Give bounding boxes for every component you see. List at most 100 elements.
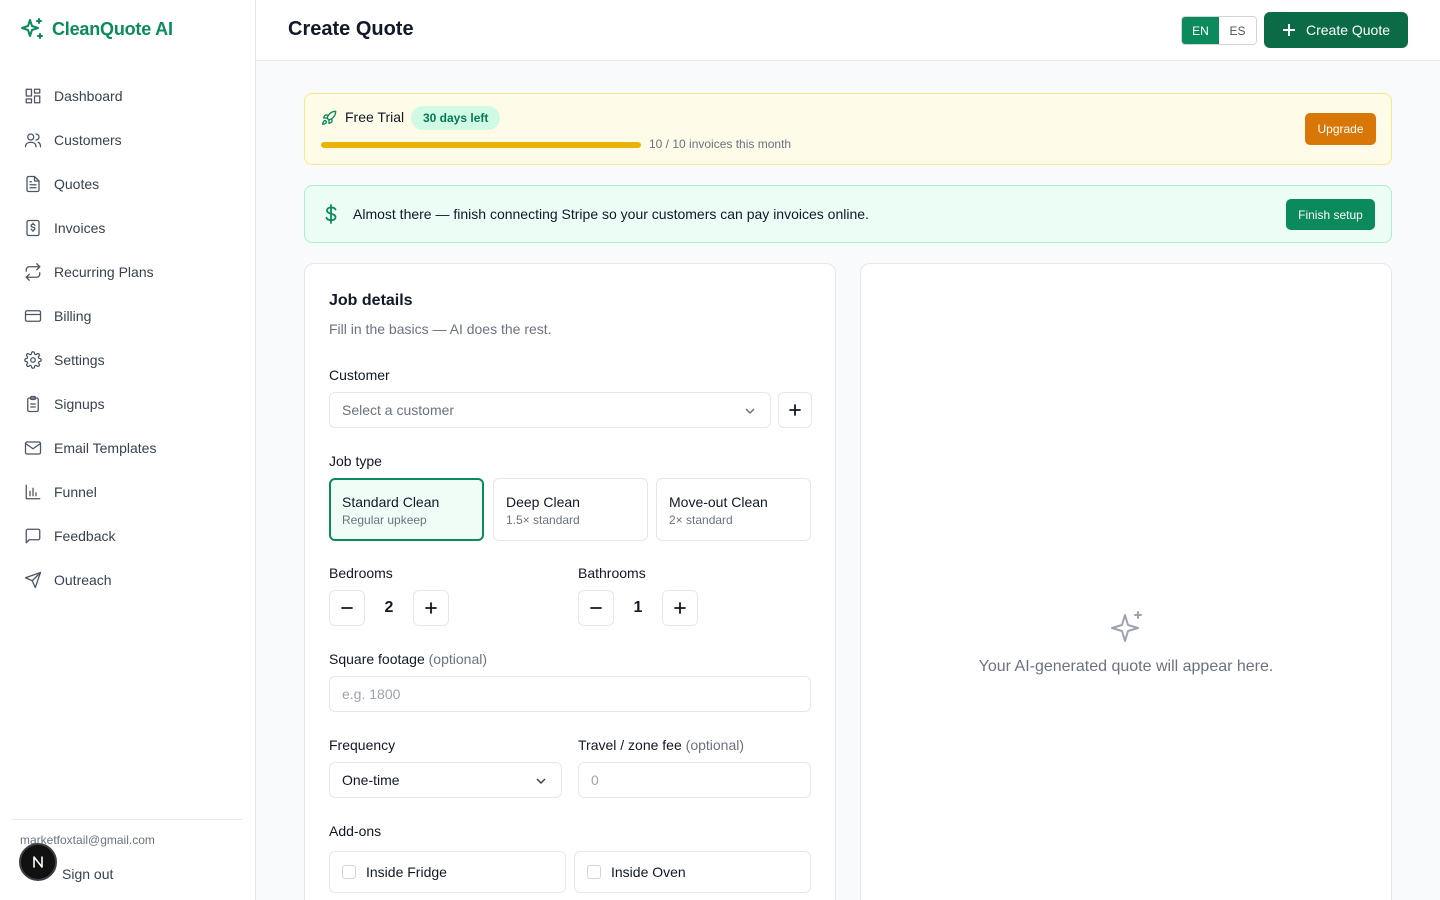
job-type-desc: Regular upkeep <box>342 513 427 527</box>
sidebar-item-dashboard[interactable]: Dashboard <box>12 74 244 118</box>
send-icon <box>24 571 42 589</box>
quote-preview-placeholder: Your AI-generated quote will appear here… <box>978 658 1274 675</box>
add-customer-button[interactable] <box>778 392 812 428</box>
job-details-card: Job details Fill in the basics — AI does… <box>304 263 836 900</box>
bathrooms-increment-button[interactable] <box>662 590 698 626</box>
sidebar-item-outreach[interactable]: Outreach <box>12 558 244 602</box>
repeat-icon <box>25 263 41 281</box>
customer-label: Customer <box>329 367 390 383</box>
checkbox[interactable] <box>342 865 356 879</box>
customer-select[interactable]: Select a customer <box>329 392 771 428</box>
sparkles-icon <box>1111 611 1142 642</box>
sidebar-item-customers[interactable]: Customers <box>12 118 244 162</box>
plus-icon <box>425 602 437 614</box>
app-badge-avatar[interactable] <box>19 843 57 881</box>
sidebar-item-label: Outreach <box>54 572 112 588</box>
clipboard-icon <box>27 395 39 413</box>
plus-icon <box>674 602 686 614</box>
sidebar-item-label: Feedback <box>54 528 116 544</box>
job-type-name: Move-out Clean <box>669 494 768 510</box>
sidebar-item-settings[interactable]: Settings <box>12 338 244 382</box>
quote-preview-card: Your AI-generated quote will appear here… <box>860 263 1392 900</box>
sidebar-item-label: Email Templates <box>54 440 157 456</box>
sidebar-item-email-templates[interactable]: Email Templates <box>12 426 244 470</box>
bedrooms-increment-button[interactable] <box>413 590 449 626</box>
trial-label: Free Trial <box>345 109 405 125</box>
create-quote-button[interactable]: Create Quote <box>1264 12 1408 48</box>
job-type-name: Standard Clean <box>342 494 440 510</box>
invoice-usage-progress <box>321 142 641 148</box>
square-footage-input[interactable]: e.g. 1800 <box>329 676 811 712</box>
job-type-standard-clean[interactable]: Standard Clean Regular upkeep <box>329 478 484 541</box>
free-trial-banner: Free Trial 30 days left 10 / 10 invoices… <box>304 93 1392 165</box>
minus-icon <box>341 607 353 609</box>
customer-select-placeholder: Select a customer <box>342 402 455 418</box>
add-ons-label: Add-ons <box>329 823 382 839</box>
finish-setup-button[interactable]: Finish setup <box>1286 199 1375 230</box>
upgrade-button[interactable]: Upgrade <box>1305 113 1376 145</box>
sidebar-item-funnel[interactable]: Funnel <box>12 470 244 514</box>
dollar-icon <box>325 204 337 224</box>
brand[interactable]: CleanQuote AI <box>20 17 173 41</box>
invoice-usage-text: 10 / 10 invoices this month <box>649 137 792 151</box>
top-header: Create Quote EN ES Create Quote <box>256 0 1440 61</box>
sidebar-item-label: Recurring Plans <box>54 264 154 280</box>
sidebar-item-signups[interactable]: Signups <box>12 382 244 426</box>
dashboard-icon <box>25 88 41 104</box>
travel-fee-placeholder: 0 <box>591 772 599 788</box>
card-title: Job details <box>329 292 413 309</box>
frequency-select[interactable]: One-time <box>329 762 562 798</box>
job-type-name: Deep Clean <box>506 494 580 510</box>
trial-days-badge: 30 days left <box>411 106 501 130</box>
sign-out-link[interactable]: Sign out <box>62 866 113 882</box>
lang-es-button[interactable]: ES <box>1219 17 1256 44</box>
checkbox[interactable] <box>587 865 601 879</box>
job-type-label: Job type <box>329 453 382 469</box>
optional-hint: (optional) <box>685 737 745 753</box>
message-icon <box>25 528 41 544</box>
addon-inside-fridge[interactable]: Inside Fridge <box>329 851 566 893</box>
sidebar-item-recurring-plans[interactable]: Recurring Plans <box>12 250 244 294</box>
minus-icon <box>590 607 602 609</box>
sidebar-item-invoices[interactable]: Invoices <box>12 206 244 250</box>
card-subtitle: Fill in the basics — AI does the rest. <box>329 321 552 337</box>
lang-en-button[interactable]: EN <box>1182 17 1219 44</box>
invoice-icon <box>26 219 40 237</box>
addon-inside-oven[interactable]: Inside Oven <box>574 851 811 893</box>
sidebar-item-label: Dashboard <box>54 88 123 104</box>
sidebar-item-label: Billing <box>54 308 92 324</box>
bathrooms-decrement-button[interactable] <box>578 590 614 626</box>
n-logo-icon <box>33 856 43 868</box>
sidebar-item-label: Customers <box>54 132 122 148</box>
brand-name: CleanQuote AI <box>52 18 173 39</box>
frequency-value: One-time <box>342 772 400 788</box>
stripe-setup-message: Almost there — finish connecting Stripe … <box>353 206 869 222</box>
mail-icon <box>24 441 42 455</box>
sidebar-item-label: Invoices <box>54 220 106 236</box>
sidebar-item-label: Settings <box>54 352 105 368</box>
frequency-label: Frequency <box>329 737 396 753</box>
addon-label: Inside Fridge <box>366 864 447 880</box>
bedrooms-decrement-button[interactable] <box>329 590 365 626</box>
sidebar-item-quotes[interactable]: Quotes <box>12 162 244 206</box>
gear-icon <box>24 351 42 369</box>
invoice-usage-progress-fill <box>321 142 641 148</box>
bathrooms-label: Bathrooms <box>578 565 646 581</box>
bathrooms-value: 1 <box>633 599 643 616</box>
travel-fee-input[interactable]: 0 <box>578 762 811 798</box>
sidebar-nav: Dashboard Customers Quotes Invoices Recu… <box>12 74 244 602</box>
sidebar-item-label: Quotes <box>54 176 100 192</box>
job-type-deep-clean[interactable]: Deep Clean 1.5× standard <box>493 478 648 541</box>
bar-chart-icon <box>25 484 41 500</box>
sidebar-item-billing[interactable]: Billing <box>12 294 244 338</box>
chevron-down-icon <box>745 408 755 415</box>
travel-fee-label-text: Travel / zone fee <box>578 737 682 753</box>
language-toggle: EN ES <box>1181 16 1257 45</box>
sidebar-footer: marketfoxtail@gmail.com Sign out <box>12 819 242 882</box>
job-type-move-out-clean[interactable]: Move-out Clean 2× standard <box>656 478 811 541</box>
sidebar-item-feedback[interactable]: Feedback <box>12 514 244 558</box>
rocket-icon <box>322 110 337 125</box>
square-footage-label: Square footage (optional) <box>329 651 487 667</box>
job-type-desc: 1.5× standard <box>506 513 580 527</box>
square-footage-placeholder: e.g. 1800 <box>342 686 401 702</box>
